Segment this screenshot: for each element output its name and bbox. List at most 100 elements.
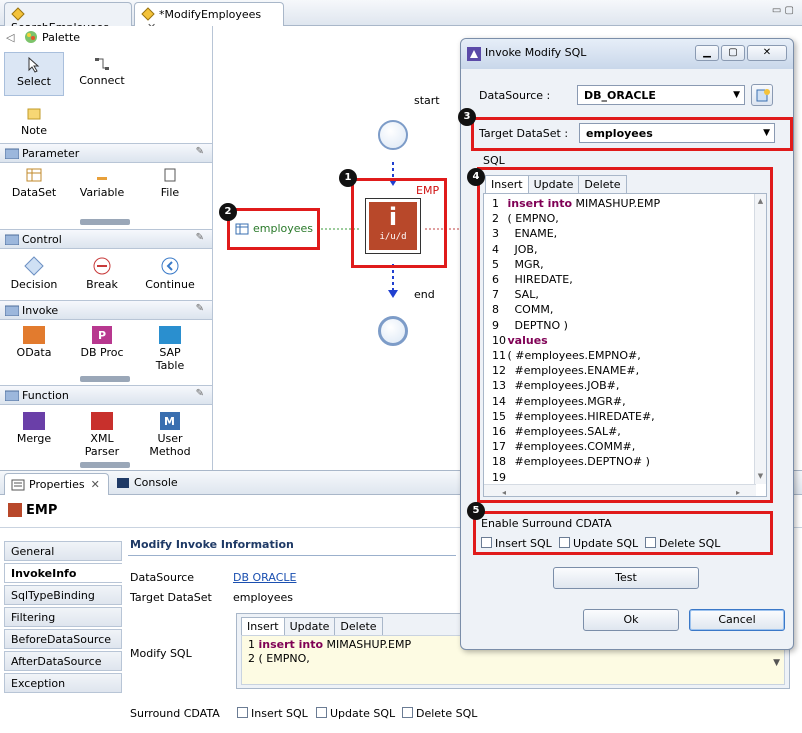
- section-parameter[interactable]: Parameter ✎: [0, 143, 212, 163]
- side-tab-afterdatasource[interactable]: AfterDataSource: [4, 651, 122, 671]
- checkbox-icon: [316, 707, 327, 718]
- sql-line: 11 ( #employees.EMPNO#,: [492, 348, 766, 363]
- tab-insert[interactable]: Insert: [485, 175, 529, 193]
- tab-console[interactable]: Console: [116, 476, 178, 491]
- break-item[interactable]: Break: [72, 256, 132, 291]
- pin-icon[interactable]: ✎: [196, 232, 204, 243]
- connect-tool[interactable]: Connect: [72, 56, 132, 87]
- side-tab-invokeinfo[interactable]: InvokeInfo: [4, 563, 122, 583]
- start-node[interactable]: [378, 120, 408, 150]
- sql-line: 10 values: [492, 333, 766, 348]
- sql-text: #employees.DEPTNO# ): [507, 455, 650, 469]
- tab-update[interactable]: Update: [283, 617, 336, 635]
- horizontal-scrollbar[interactable]: ◂ ▸: [484, 484, 756, 496]
- note-tool[interactable]: Note: [4, 106, 64, 137]
- palette: ◁ Palette Select Connect Note Parameter ✎…: [0, 26, 213, 470]
- minimize-button[interactable]: ▁: [695, 45, 719, 61]
- tab-search-employees[interactable]: SearchEmployees: [4, 2, 132, 34]
- section-scroll-handle[interactable]: [80, 219, 130, 225]
- scroll-down-icon[interactable]: ▼: [755, 469, 766, 484]
- cdata-update-checkbox[interactable]: Update SQL: [316, 707, 395, 720]
- close-icon[interactable]: ✕: [91, 478, 100, 491]
- sql-text: #employees.HIREDATE#,: [507, 409, 655, 423]
- close-button[interactable]: ✕: [747, 45, 787, 61]
- line-number: 7: [492, 288, 499, 302]
- dataset-item[interactable]: DataSet: [4, 168, 64, 199]
- sql-text: JOB,: [507, 242, 538, 256]
- cdata-delete-checkbox[interactable]: Delete SQL: [402, 707, 477, 720]
- decision-item[interactable]: Decision: [4, 256, 64, 291]
- db-proc-item[interactable]: P DB Proc: [72, 326, 132, 359]
- scroll-up-icon[interactable]: ▲: [755, 194, 766, 209]
- sql-tabs: Insert Update Delete: [241, 617, 383, 635]
- break-icon: [92, 256, 112, 276]
- end-node[interactable]: [378, 316, 408, 346]
- line-number: 9: [492, 318, 499, 332]
- sql-line: 19: [492, 470, 766, 485]
- sql-line: 8 COMM,: [492, 302, 766, 317]
- dialog-cdata-insert-checkbox[interactable]: Insert SQL: [481, 537, 552, 550]
- scroll-left-icon[interactable]: ◂: [502, 485, 506, 496]
- section-scroll-handle[interactable]: [80, 376, 130, 382]
- section-scroll-handle[interactable]: [80, 462, 130, 468]
- target-dataset-value: employees: [233, 591, 294, 604]
- pin-icon[interactable]: ✎: [196, 388, 204, 399]
- sap-table-item[interactable]: SAP Table: [140, 326, 200, 372]
- odata-item[interactable]: OData: [4, 326, 64, 359]
- dialog-cdata-delete-checkbox[interactable]: Delete SQL: [645, 537, 720, 550]
- properties-icon: [11, 479, 25, 493]
- tab-delete[interactable]: Delete: [334, 617, 383, 635]
- section-function[interactable]: Function ✎: [0, 385, 212, 405]
- dialog-cdata-update-checkbox[interactable]: Update SQL: [559, 537, 638, 550]
- invoke-modify-node[interactable]: i i/u/d: [365, 198, 421, 254]
- properties-heading: EMP: [8, 503, 57, 518]
- side-tab-filtering[interactable]: Filtering: [4, 607, 122, 627]
- sql-editor[interactable]: 1 insert into MIMASHUP.EMP 2 ( EMPNO, 3 EN…: [483, 193, 767, 497]
- vertical-scrollbar[interactable]: ▲ ▼: [754, 194, 766, 484]
- user-method-item[interactable]: M User Method: [140, 412, 200, 458]
- side-tab-beforedatasource[interactable]: BeforeDataSource: [4, 629, 122, 649]
- side-tab-general[interactable]: General: [4, 541, 122, 561]
- start-label: start: [414, 94, 440, 107]
- select-tool[interactable]: Select: [4, 52, 64, 96]
- cdata-insert-checkbox[interactable]: Insert SQL: [237, 707, 308, 720]
- dropdown-arrow-icon: ▼: [763, 128, 770, 138]
- dataset-node[interactable]: employees: [235, 222, 313, 237]
- db-proc-icon: P: [92, 326, 112, 344]
- dropdown-arrow-icon[interactable]: ▼: [773, 656, 780, 670]
- target-dataset-select[interactable]: employees ▼: [579, 123, 775, 143]
- variable-item[interactable]: Variable: [72, 168, 132, 199]
- sql-line: 1 insert into MIMASHUP.EMP: [492, 196, 766, 211]
- line-number: 8: [492, 303, 499, 317]
- tab-delete[interactable]: Delete: [578, 175, 627, 193]
- continue-item[interactable]: Continue: [140, 256, 200, 291]
- scroll-right-icon[interactable]: ▸: [736, 485, 740, 496]
- test-button[interactable]: Test: [553, 567, 699, 589]
- ok-button[interactable]: Ok: [583, 609, 679, 631]
- window-controls-icon[interactable]: ▭ ▢: [772, 5, 794, 16]
- xml-parser-item[interactable]: XML Parser: [72, 412, 132, 458]
- merge-item[interactable]: Merge: [4, 412, 64, 445]
- pin-icon[interactable]: ✎: [196, 146, 204, 157]
- tab-modify-employees[interactable]: *ModifyEmployees ✕: [134, 2, 284, 34]
- side-tab-exception[interactable]: Exception: [4, 673, 122, 693]
- tab-insert[interactable]: Insert: [241, 617, 285, 635]
- side-tab-sqltypebinding[interactable]: SqlTypeBinding: [4, 585, 122, 605]
- checkbox-icon: [645, 537, 656, 548]
- datasource-config-button[interactable]: [751, 84, 773, 106]
- pin-icon[interactable]: ✎: [196, 303, 204, 314]
- datasource-select[interactable]: DB_ORACLE ▼: [577, 85, 745, 105]
- file-item[interactable]: File: [140, 168, 200, 199]
- maximize-button[interactable]: ▢: [721, 45, 745, 61]
- tab-properties[interactable]: Properties ✕: [4, 473, 109, 495]
- cancel-button[interactable]: Cancel: [689, 609, 785, 631]
- tab-update[interactable]: Update: [527, 175, 580, 193]
- continue-icon: [160, 256, 180, 276]
- section-control[interactable]: Control ✎: [0, 229, 212, 249]
- section-invoke[interactable]: Invoke ✎: [0, 300, 212, 320]
- datasource-link[interactable]: DB ORACLE: [233, 571, 296, 584]
- callout-badge: 2: [219, 203, 237, 221]
- collapse-icon[interactable]: ◁: [6, 31, 14, 44]
- dialog-target-label: Target DataSet :: [479, 127, 569, 140]
- callout-badge: 4: [467, 168, 485, 186]
